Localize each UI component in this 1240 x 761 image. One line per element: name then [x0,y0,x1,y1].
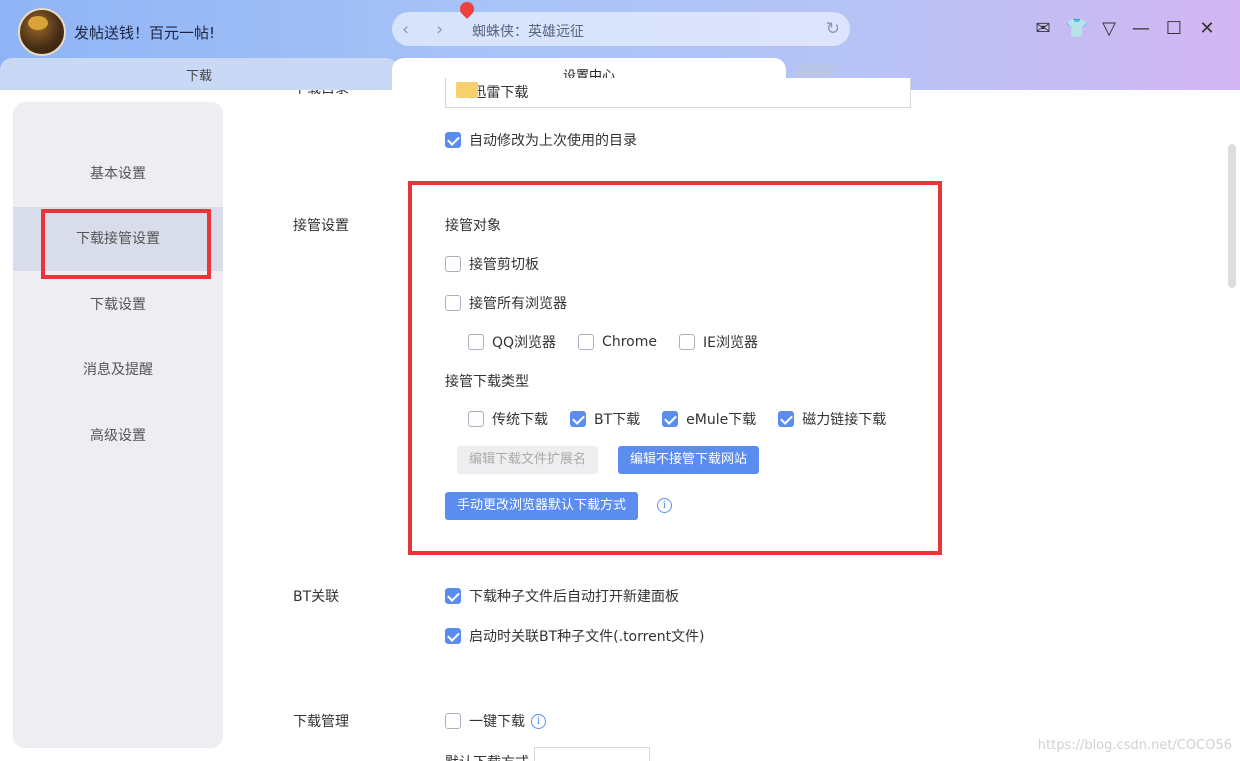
highlight-box-sidebar [41,209,211,279]
sidebar-item-basic[interactable]: 基本设置 [13,142,223,206]
back-icon[interactable]: ‹ [402,19,409,40]
refresh-icon[interactable]: ↻ [826,19,840,39]
bt-section-label: BT关联 [293,589,340,605]
sidebar-item-notifications[interactable]: 消息及提醒 [13,338,223,402]
default-mode-label: 默认下载方式 [445,752,529,761]
skin-shirt-icon[interactable]: 👕 [1065,18,1089,40]
bt-associate-option[interactable]: 启动时关联BT种子文件(.torrent文件) [445,626,705,646]
default-mode-select[interactable] [534,747,650,761]
tab-download[interactable]: 下载 [0,58,398,90]
bt-auto-open-option[interactable]: 下载种子文件后自动打开新建面板 [445,586,679,606]
settings-sidebar: 基本设置 下载接管设置 下载设置 消息及提醒 高级设置 [13,102,223,748]
sidebar-item-advanced[interactable]: 高级设置 [13,404,223,468]
auto-modify-dir-label: 自动修改为上次使用的目录 [469,133,637,149]
auto-modify-dir-option[interactable]: 自动修改为上次使用的目录 [445,130,637,150]
address-text: 蜘蛛侠：英雄远征 [472,24,584,40]
one-click-download-checkbox[interactable] [445,713,461,729]
bt-associate-label: 启动时关联BT种子文件(.torrent文件) [469,629,705,645]
download-dir-input[interactable]: F:\迅雷下载 ⌄ [445,78,911,108]
highlight-box-takeover [408,181,942,555]
bt-auto-open-checkbox[interactable] [445,588,461,604]
bt-auto-open-label: 下载种子文件后自动打开新建面板 [469,589,679,605]
forward-icon[interactable]: › [436,19,443,40]
address-bar[interactable]: ‹ › 蜘蛛侠：英雄远征 ↻ [392,0,850,46]
takeover-section-label: 接管设置 [293,218,349,234]
scrollbar-thumb[interactable] [1228,144,1236,288]
tab-download-label: 下载 [185,69,212,84]
bt-associate-checkbox[interactable] [445,628,461,644]
auto-modify-dir-checkbox[interactable] [445,132,461,148]
promo-link[interactable]: 发帖送钱！百元一帖! [74,22,215,43]
menu-dropdown-icon[interactable]: ▽ [1097,18,1121,40]
maximize-icon[interactable]: ☐ [1162,18,1186,40]
mail-icon[interactable]: ✉ [1031,18,1055,40]
watermark: https://blog.csdn.net/COCO56 [1037,738,1232,753]
one-click-info-icon[interactable]: i [531,713,546,729]
close-icon[interactable]: ✕ [1195,18,1219,40]
chevron-down-icon[interactable]: ⌄ [456,82,848,96]
download-mgmt-section-label: 下载管理 [293,714,349,730]
title-bar: 发帖送钱！百元一帖! ‹ › 蜘蛛侠：英雄远征 ↻ ✉ 👕 ▽ — ☐ ✕ 下载… [0,0,1240,90]
sidebar-item-download[interactable]: 下载设置 [13,273,223,337]
avatar[interactable] [18,8,66,56]
one-click-download-option[interactable]: 一键下载 i [445,711,546,731]
one-click-download-label: 一键下载 [469,714,525,730]
minimize-icon[interactable]: — [1129,18,1153,40]
folder-icon[interactable] [456,82,478,98]
location-pin-icon [457,0,477,19]
